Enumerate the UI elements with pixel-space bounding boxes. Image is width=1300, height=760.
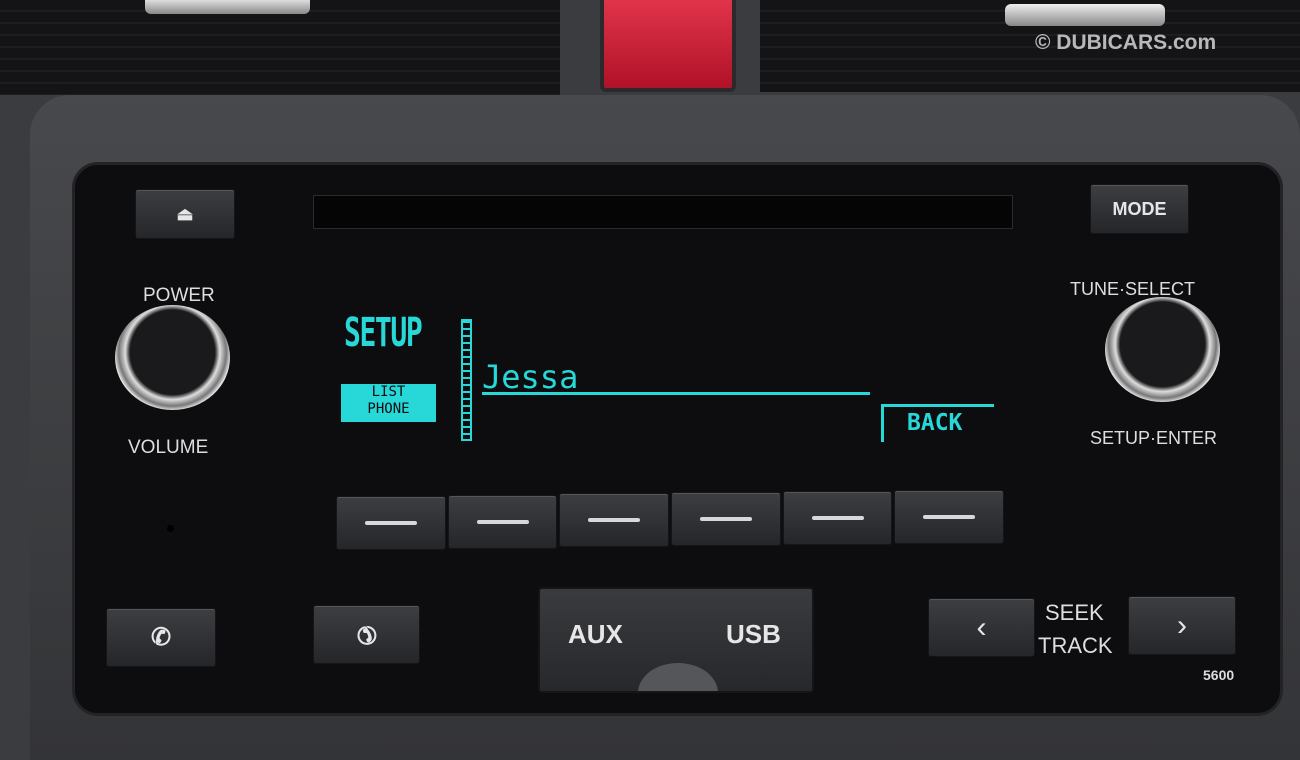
usb-label: USB	[726, 619, 781, 649]
phone-call-icon: ✆	[150, 624, 172, 651]
back-option[interactable]: BACK	[907, 410, 962, 436]
hangup-button[interactable]: ✆	[313, 605, 420, 664]
vent-chrome-right	[1005, 4, 1165, 26]
cd-slot	[313, 195, 1013, 229]
power-label: POWER	[143, 285, 215, 306]
power-volume-knob[interactable]	[115, 305, 230, 410]
watermark: © DUBICARS.com	[1035, 31, 1217, 54]
display-title: SETUP	[344, 310, 423, 356]
eject-button[interactable]: ⏏	[135, 189, 235, 239]
preset-button-4[interactable]	[671, 492, 781, 546]
setup-enter-label: SETUP·ENTER	[1090, 428, 1218, 448]
preset-button-5[interactable]	[782, 491, 893, 545]
mode-button[interactable]: MODE	[1090, 184, 1189, 234]
scroll-bar	[461, 319, 472, 441]
aux-usb-button[interactable]: AUX USB	[538, 587, 814, 693]
preset-button-1[interactable]	[336, 496, 446, 550]
tune-select-knob[interactable]	[1105, 297, 1220, 402]
phone-hangup-icon: ✆	[349, 617, 384, 652]
vent-chrome-left	[145, 0, 310, 14]
microphone-hole	[167, 525, 174, 532]
volume-label: VOLUME	[128, 437, 209, 458]
seek-next-button[interactable]: ›	[1128, 596, 1236, 655]
chevron-right-icon: ›	[1177, 608, 1187, 642]
contact-entry[interactable]: Jessa	[482, 358, 578, 396]
call-button[interactable]: ✆	[106, 608, 216, 667]
seek-prev-button[interactable]: ‹	[928, 598, 1035, 657]
preset-buttons	[336, 490, 1005, 550]
air-vent-left	[0, 0, 560, 95]
track-label: TRACK	[1038, 633, 1113, 658]
list-phone-tab[interactable]: LIST PHONE	[341, 384, 436, 422]
eject-icon: ⏏	[176, 203, 194, 224]
preset-button-3[interactable]	[559, 493, 670, 547]
lcd-display: SETUP LIST PHONE Jessa BACK	[330, 300, 1010, 455]
usb-port-cover	[638, 663, 718, 691]
preset-button-2[interactable]	[447, 495, 558, 549]
preset-button-6[interactable]	[894, 490, 1005, 544]
aux-label: AUX	[568, 619, 623, 649]
chevron-left-icon: ‹	[976, 610, 987, 644]
seek-label: SEEK	[1045, 600, 1104, 625]
hazard-button[interactable]	[600, 0, 736, 92]
tune-select-label: TUNE·SELECT	[1070, 279, 1196, 299]
entry-underline	[482, 392, 870, 395]
model-number: 5600	[1203, 667, 1235, 683]
